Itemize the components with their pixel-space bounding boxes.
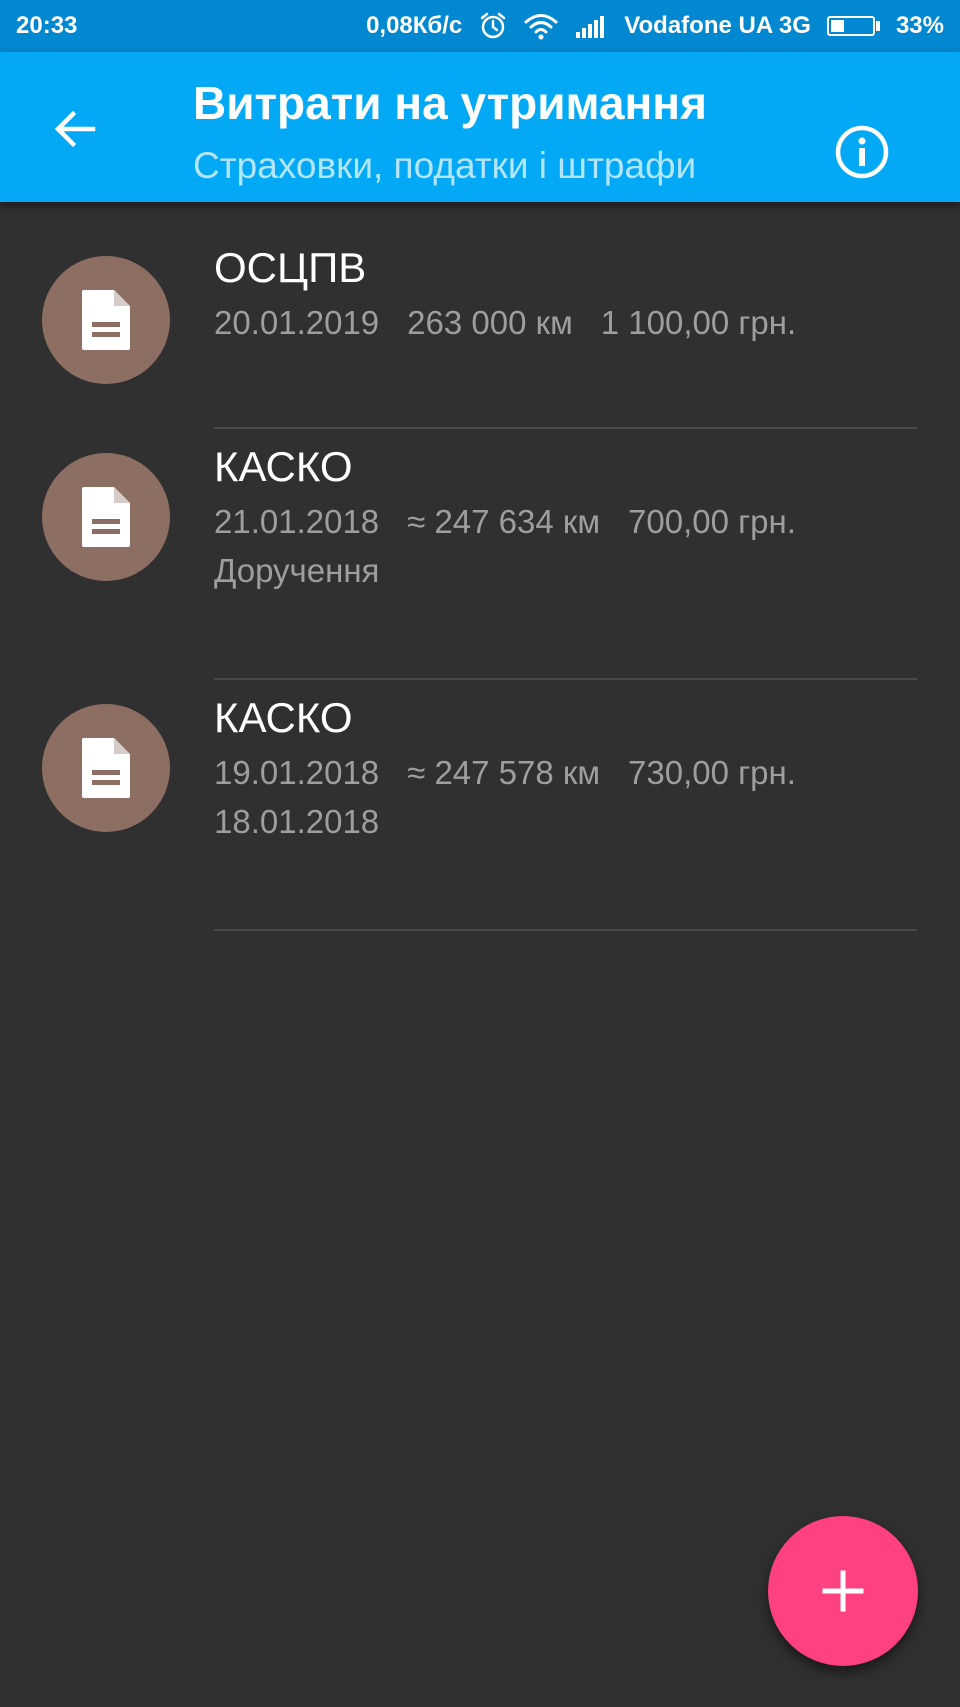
item-divider xyxy=(214,929,917,931)
back-button[interactable] xyxy=(40,94,110,164)
alarm-icon xyxy=(478,11,508,41)
item-title: КАСКО xyxy=(214,443,353,490)
item-avatar xyxy=(42,256,170,384)
document-icon xyxy=(80,485,132,549)
item-title: КАСКО xyxy=(214,694,353,741)
item-details: 21.01.2018 ≈ 247 634 км 700,00 грн. xyxy=(214,503,796,541)
wifi-icon xyxy=(524,12,558,40)
status-time: 20:33 xyxy=(16,12,78,39)
add-button[interactable] xyxy=(768,1516,918,1666)
item-amount: 730,00 грн. xyxy=(628,754,796,791)
plus-icon xyxy=(822,1570,864,1612)
status-bar: 20:33 0,08Кб/с Vodafone UA 3G 33% xyxy=(0,0,960,52)
item-avatar xyxy=(42,453,170,581)
info-button[interactable] xyxy=(832,122,892,182)
item-note: 18.01.2018 xyxy=(214,803,380,840)
back-arrow-icon xyxy=(54,110,96,148)
list-item[interactable]: КАСКО 19.01.2018 ≈ 247 578 км 730,00 грн. 18… xyxy=(0,680,960,931)
battery-fill xyxy=(830,20,844,32)
item-date: 20.01.2019 xyxy=(214,304,380,341)
item-note: Доручення xyxy=(214,552,380,589)
page-title: Витрати на утримання xyxy=(193,77,707,129)
info-icon xyxy=(835,125,889,179)
page-subtitle: Страховки, податки і штрафи xyxy=(193,145,697,186)
item-date: 21.01.2018 xyxy=(214,503,380,540)
battery-tip xyxy=(875,21,880,31)
battery-icon xyxy=(826,16,880,36)
item-mileage: ≈ 247 634 км xyxy=(407,503,601,540)
status-right-group: 0,08Кб/с Vodafone UA 3G 33% xyxy=(366,11,944,41)
battery-percent: 33% xyxy=(895,12,944,39)
signal-icon xyxy=(574,14,608,38)
item-date: 19.01.2018 xyxy=(214,754,380,791)
carrier-name: Vodafone UA 3G xyxy=(624,12,811,39)
document-icon xyxy=(80,736,132,800)
item-details: 20.01.2019 263 000 км 1 100,00 грн. xyxy=(214,304,796,342)
net-speed: 0,08Кб/с xyxy=(366,12,463,39)
item-mileage: ≈ 247 578 км xyxy=(407,754,601,791)
item-amount: 1 100,00 грн. xyxy=(600,304,797,341)
item-amount: 700,00 грн. xyxy=(628,503,796,540)
app-bar: Витрати на утримання Страховки, податки … xyxy=(0,52,960,202)
item-title: ОСЦПВ xyxy=(214,244,367,291)
item-mileage: 263 000 км xyxy=(407,304,573,341)
item-avatar xyxy=(42,704,170,832)
list-item[interactable]: ОСЦПВ 20.01.2019 263 000 км 1 100,00 грн. xyxy=(0,202,960,429)
battery-body xyxy=(826,16,875,36)
list-item[interactable]: КАСКО 21.01.2018 ≈ 247 634 км 700,00 грн. До… xyxy=(0,429,960,680)
document-icon xyxy=(80,288,132,352)
item-details: 19.01.2018 ≈ 247 578 км 730,00 грн. xyxy=(214,754,796,792)
